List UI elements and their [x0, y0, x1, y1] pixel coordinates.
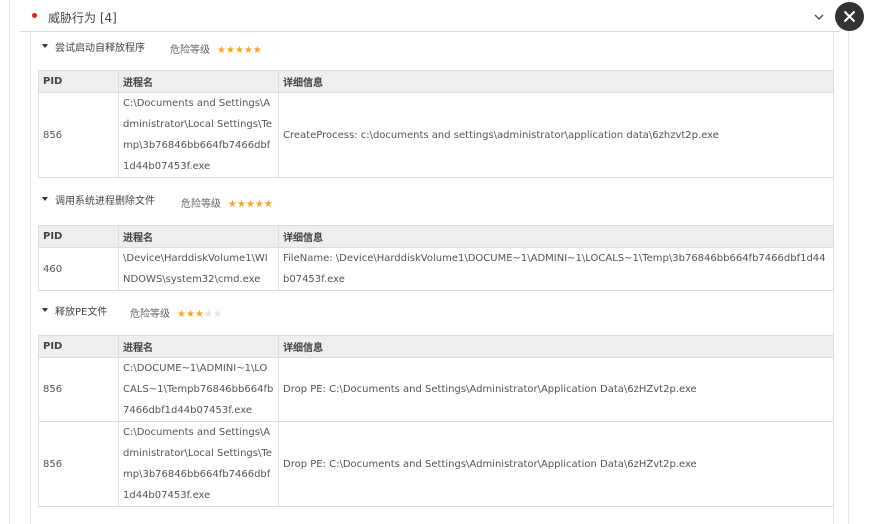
detail-column-header: 详细信息	[278, 335, 834, 358]
risk-level: 危险等级 ★★★★★	[130, 308, 222, 322]
close-button[interactable]	[835, 2, 864, 31]
risk-stars: ★★★★★	[217, 44, 262, 58]
behavior-table: PID 进程名 详细信息 856 C:\DOCUME~1\ADMINI~1\LO…	[38, 335, 834, 507]
table-header-row: PID 进程名 详细信息	[38, 225, 834, 248]
pid-column-header: PID	[38, 335, 119, 358]
pid-cell: 460	[38, 247, 119, 291]
chevron-down-icon[interactable]	[813, 12, 825, 22]
detail-column-header: 详细信息	[278, 225, 834, 248]
detail-cell: Drop PE: C:\Documents and Settings\Admin…	[278, 421, 834, 507]
pid-cell: 856	[38, 92, 119, 178]
star-filled-icon: ★	[245, 199, 255, 210]
star-filled-icon: ★	[185, 309, 195, 320]
behavior-title: 释放PE文件	[55, 307, 108, 318]
star-filled-icon: ★	[243, 45, 253, 56]
behavior-table: PID 进程名 详细信息 856 C:\Documents and Settin…	[38, 70, 834, 178]
pid-cell: 856	[38, 421, 119, 507]
process-column-header: 进程名	[118, 70, 279, 93]
star-filled-icon: ★	[234, 45, 244, 56]
process-cell: C:\Documents and Settings\Administrator\…	[118, 421, 279, 507]
table-row: 856 C:\Documents and Settings\Administra…	[38, 421, 834, 507]
star-filled-icon: ★	[228, 199, 237, 210]
star-filled-icon: ★	[252, 45, 262, 56]
detail-cell: FileName: \Device\HarddiskVolume1\DOCUME…	[278, 247, 834, 291]
process-column-header: 进程名	[118, 225, 279, 248]
behavior-title-toggle[interactable]: 尝试启动自释放程序	[42, 42, 145, 56]
risk-stars: ★★★★★	[177, 308, 222, 322]
detail-cell: Drop PE: C:\Documents and Settings\Admin…	[278, 357, 834, 422]
star-filled-icon: ★	[263, 199, 273, 210]
table-row: 856 C:\DOCUME~1\ADMINI~1\LOCALS~1\Tempb7…	[38, 357, 834, 422]
behavior-title-toggle[interactable]: 调用系统进程删除文件	[42, 195, 155, 209]
star-filled-icon: ★	[194, 309, 204, 320]
star-empty-icon: ★	[203, 309, 213, 320]
risk-level: 危险等级 ★★★★★	[181, 198, 273, 212]
red-dot-icon	[32, 13, 37, 18]
close-icon	[843, 10, 856, 23]
table-header-row: PID 进程名 详细信息	[38, 335, 834, 358]
risk-level: 危险等级 ★★★★★	[170, 44, 262, 58]
table-row: 460 \Device\HarddiskVolume1\WINDOWS\syst…	[38, 247, 834, 291]
process-column-header: 进程名	[118, 335, 279, 358]
risk-label: 危险等级	[170, 45, 210, 56]
detail-cell: CreateProcess: c:\documents and settings…	[278, 92, 834, 178]
behavior-table: PID 进程名 详细信息 460 \Device\HarddiskVolume1…	[38, 225, 834, 291]
process-cell: \Device\HarddiskVolume1\WINDOWS\system32…	[118, 247, 279, 291]
behavior-title: 调用系统进程删除文件	[55, 196, 155, 207]
caret-down-icon	[42, 44, 48, 48]
threat-section-header[interactable]: 威胁行为 [4]	[20, 0, 840, 32]
table-row: 856 C:\Documents and Settings\Administra…	[38, 92, 834, 178]
star-filled-icon: ★	[177, 309, 186, 320]
star-filled-icon: ★	[236, 199, 246, 210]
star-filled-icon: ★	[225, 45, 235, 56]
detail-column-header: 详细信息	[278, 70, 834, 93]
risk-stars: ★★★★★	[228, 198, 273, 212]
behavior-title: 尝试启动自释放程序	[55, 43, 145, 54]
process-cell: C:\DOCUME~1\ADMINI~1\LOCALS~1\Tempb76846…	[118, 357, 279, 422]
star-empty-icon: ★	[212, 309, 222, 320]
star-filled-icon: ★	[217, 45, 226, 56]
table-header-row: PID 进程名 详细信息	[38, 70, 834, 93]
risk-label: 危险等级	[181, 199, 221, 210]
caret-down-icon	[42, 308, 48, 312]
pid-column-header: PID	[38, 225, 119, 248]
pid-cell: 856	[38, 357, 119, 422]
process-cell: C:\Documents and Settings\Administrator\…	[118, 92, 279, 178]
risk-label: 危险等级	[130, 309, 170, 320]
section-title: 威胁行为 [4]	[48, 11, 117, 25]
caret-down-icon	[42, 197, 48, 201]
pid-column-header: PID	[38, 70, 119, 93]
star-filled-icon: ★	[254, 199, 264, 210]
behavior-title-toggle[interactable]: 释放PE文件	[42, 306, 107, 320]
